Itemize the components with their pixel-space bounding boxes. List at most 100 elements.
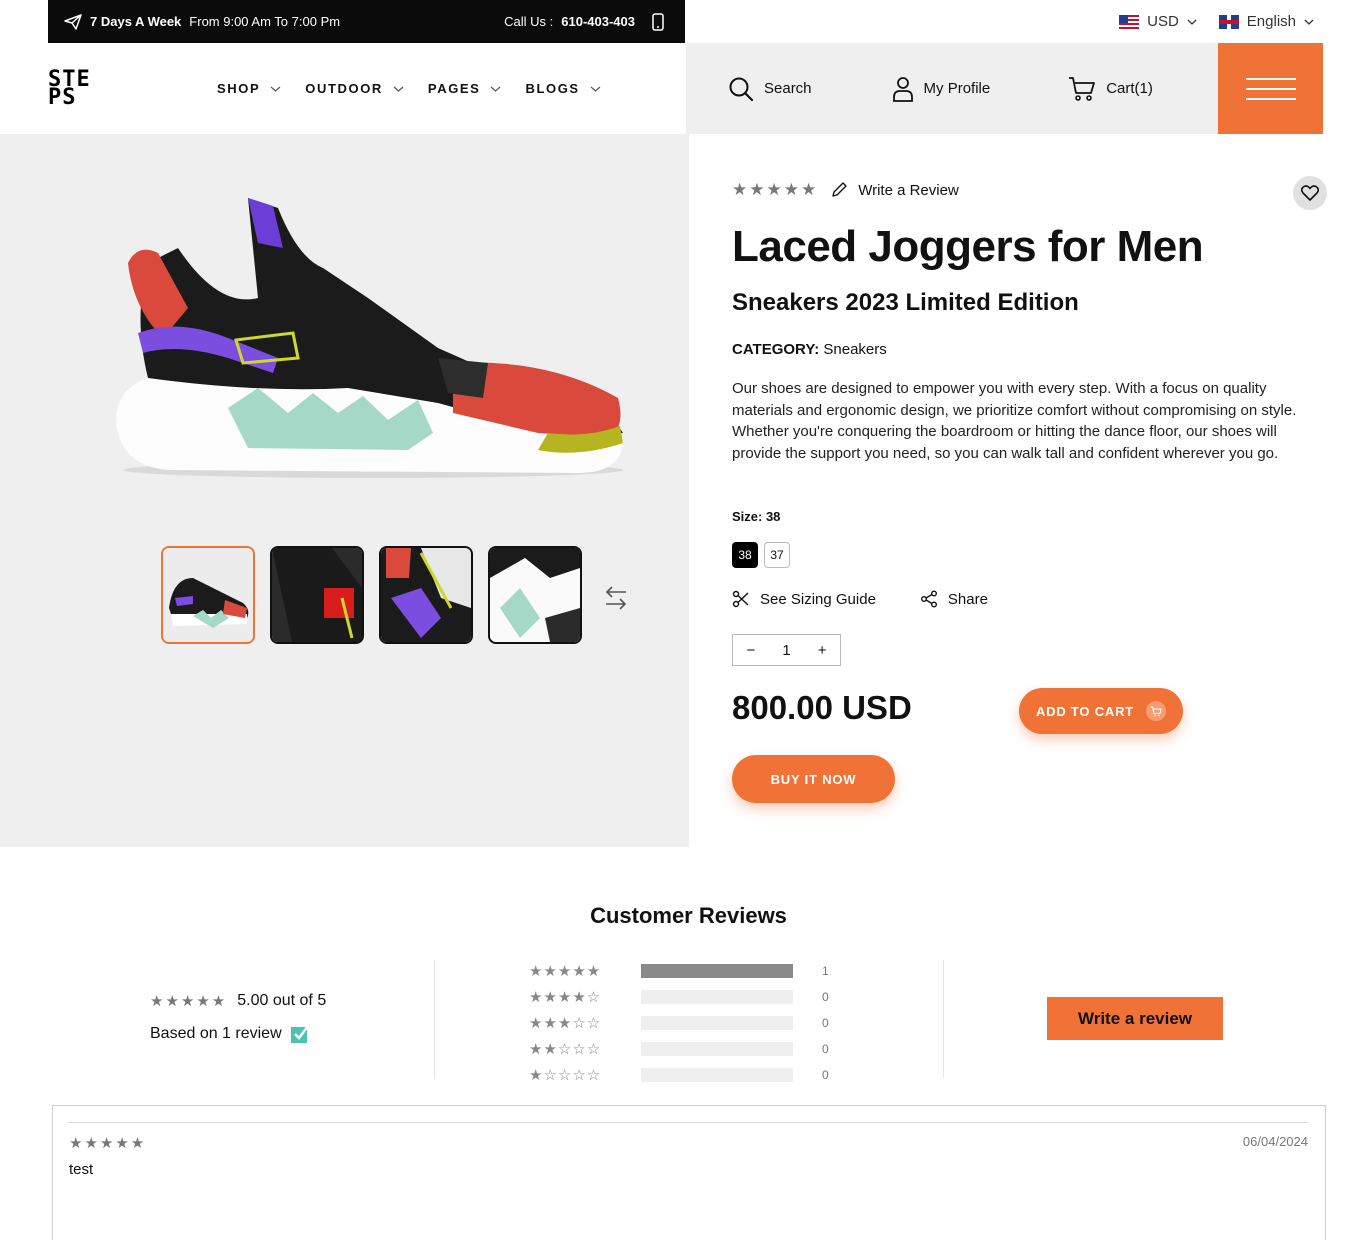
search-label: Search (764, 80, 812, 97)
write-review-label: Write a Review (858, 181, 959, 199)
phone-icon (652, 12, 664, 31)
histogram-row-1[interactable]: ★☆☆☆☆ 0 (529, 1062, 829, 1088)
nav-label: PAGES (427, 81, 481, 96)
share-icon (920, 590, 937, 608)
language-label: English (1246, 13, 1296, 30)
add-to-cart-label: ADD TO CART (1035, 703, 1135, 719)
chevron-down-icon (1304, 19, 1314, 25)
average-rating: 5.00 out of 5 (237, 992, 327, 1009)
review-body: test (69, 1161, 94, 1178)
cart-button[interactable]: Cart(1) (1068, 76, 1153, 102)
histogram-bar (641, 1068, 793, 1082)
chevron-down-icon (270, 86, 281, 92)
product-main-image[interactable] (108, 188, 633, 488)
row-stars: ★★★☆☆ (529, 1015, 602, 1032)
divider (943, 960, 944, 1078)
cart-icon (1146, 701, 1167, 721)
profile-button[interactable]: My Profile (892, 76, 990, 102)
reviews-summary: ★★★★★ 5.00 out of 5 Based on 1 review (150, 992, 326, 1044)
decrease-qty-button[interactable]: − (747, 642, 756, 659)
product-title: Laced Joggers for Men (732, 222, 1204, 271)
size-option-37[interactable]: 37 (764, 542, 790, 568)
histogram-row-5[interactable]: ★★★★★ 1 (529, 958, 829, 984)
divider (434, 960, 435, 1078)
review-stars: ★★★★★ (69, 1135, 147, 1152)
swap-arrows-icon[interactable] (604, 584, 628, 612)
heart-icon (1301, 185, 1319, 201)
quantity-value[interactable]: 1 (782, 642, 790, 659)
wishlist-button[interactable] (1293, 176, 1327, 210)
call-info[interactable]: Call Us : 610-403-403 (504, 12, 665, 31)
nav-item-blogs[interactable]: BLOGS (525, 81, 601, 96)
add-to-cart-button[interactable]: ADD TO CART (1019, 688, 1183, 734)
nav-label: OUTDOOR (305, 81, 383, 96)
chevron-down-icon (393, 86, 404, 92)
thumbnail-2[interactable] (270, 546, 364, 644)
nav-item-shop[interactable]: SHOP (217, 81, 281, 96)
write-review-link[interactable]: Write a Review (830, 181, 959, 199)
scissors-icon (732, 590, 749, 608)
sizing-guide-label: See Sizing Guide (760, 590, 876, 608)
us-flag-icon (1119, 14, 1140, 29)
histogram-count: 0 (822, 1068, 829, 1082)
language-selector[interactable]: English (1218, 13, 1314, 30)
thumbnail-strip (161, 546, 582, 644)
thumbnail-4[interactable] (488, 546, 582, 644)
nav-item-outdoor[interactable]: OUTDOOR (305, 81, 404, 96)
share-link[interactable]: Share (920, 590, 988, 608)
hours-info: 7 Days A Week From 9:00 Am To 7:00 Pm (64, 13, 341, 30)
uk-flag-icon (1218, 14, 1239, 29)
histogram-count: 0 (822, 990, 829, 1004)
product-description: Our shoes are designed to empower you wi… (732, 380, 1297, 462)
top-announcement-bar: 7 Days A Week From 9:00 Am To 7:00 Pm Ca… (48, 0, 685, 43)
histogram-count: 0 (822, 1042, 829, 1056)
size-option-38[interactable]: 38 (732, 542, 758, 568)
product-subtitle: Sneakers 2023 Limited Edition (732, 289, 1079, 316)
row-stars: ★★★★★ (529, 963, 602, 980)
cart-icon (1069, 76, 1096, 101)
nav-item-pages[interactable]: PAGES (428, 81, 502, 96)
search-button[interactable]: Search (728, 76, 812, 102)
verified-check-icon (290, 1025, 309, 1043)
phone-number[interactable]: 610-403-403 (561, 14, 635, 29)
review-list (52, 1105, 1326, 1240)
hours-text: From 9:00 Am To 7:00 Pm (189, 14, 341, 29)
reviews-heading: Customer Reviews (590, 903, 787, 928)
thumbnail-3[interactable] (379, 546, 473, 644)
sizing-guide-link[interactable]: See Sizing Guide (732, 590, 876, 608)
currency-selector[interactable]: USD (1119, 13, 1197, 30)
thumbnail-1[interactable] (161, 546, 255, 644)
histogram-count: 1 (822, 964, 829, 978)
search-icon (729, 77, 754, 101)
site-logo[interactable]: STE PS (48, 69, 92, 109)
product-rating: ★★★★★ Write a Review (732, 180, 959, 200)
category-label: CATEGORY: (732, 341, 820, 358)
row-stars: ★☆☆☆☆ (529, 1067, 602, 1084)
share-label: Share (947, 590, 988, 608)
divider (68, 1122, 1308, 1123)
days-text: 7 Days A Week (90, 14, 182, 29)
histogram-row-3[interactable]: ★★★☆☆ 0 (529, 1010, 829, 1036)
buy-now-button[interactable]: BUY IT NOW (732, 755, 895, 803)
rating-histogram: ★★★★★ 1 ★★★★☆ 0 ★★★☆☆ 0 ★★☆☆☆ 0 ★☆☆☆☆ 0 (529, 958, 829, 1088)
histogram-row-4[interactable]: ★★★★☆ 0 (529, 984, 829, 1010)
histogram-row-2[interactable]: ★★☆☆☆ 0 (529, 1036, 829, 1062)
row-stars: ★★☆☆☆ (529, 1041, 602, 1058)
histogram-bar (641, 990, 793, 1004)
increase-qty-button[interactable]: + (818, 642, 827, 659)
nav-label: SHOP (217, 81, 261, 96)
menu-line (1245, 77, 1296, 80)
main-header: STE PS SHOP OUTDOOR PAGES BLOGS (0, 43, 686, 134)
locale-selectors: USD English (1119, 0, 1314, 43)
hamburger-menu-button[interactable] (1218, 43, 1323, 134)
category-value[interactable]: Sneakers (823, 341, 886, 358)
currency-label: USD (1147, 13, 1179, 30)
histogram-bar (641, 964, 793, 978)
header-actions: Search My Profile Cart(1) (686, 43, 1218, 134)
product-category: CATEGORY: Sneakers (732, 341, 887, 358)
pencil-icon (832, 182, 847, 197)
write-review-button[interactable]: Write a review (1047, 997, 1223, 1040)
histogram-bar (641, 1016, 793, 1030)
histogram-fill (641, 964, 793, 978)
chevron-down-icon (1187, 19, 1197, 25)
